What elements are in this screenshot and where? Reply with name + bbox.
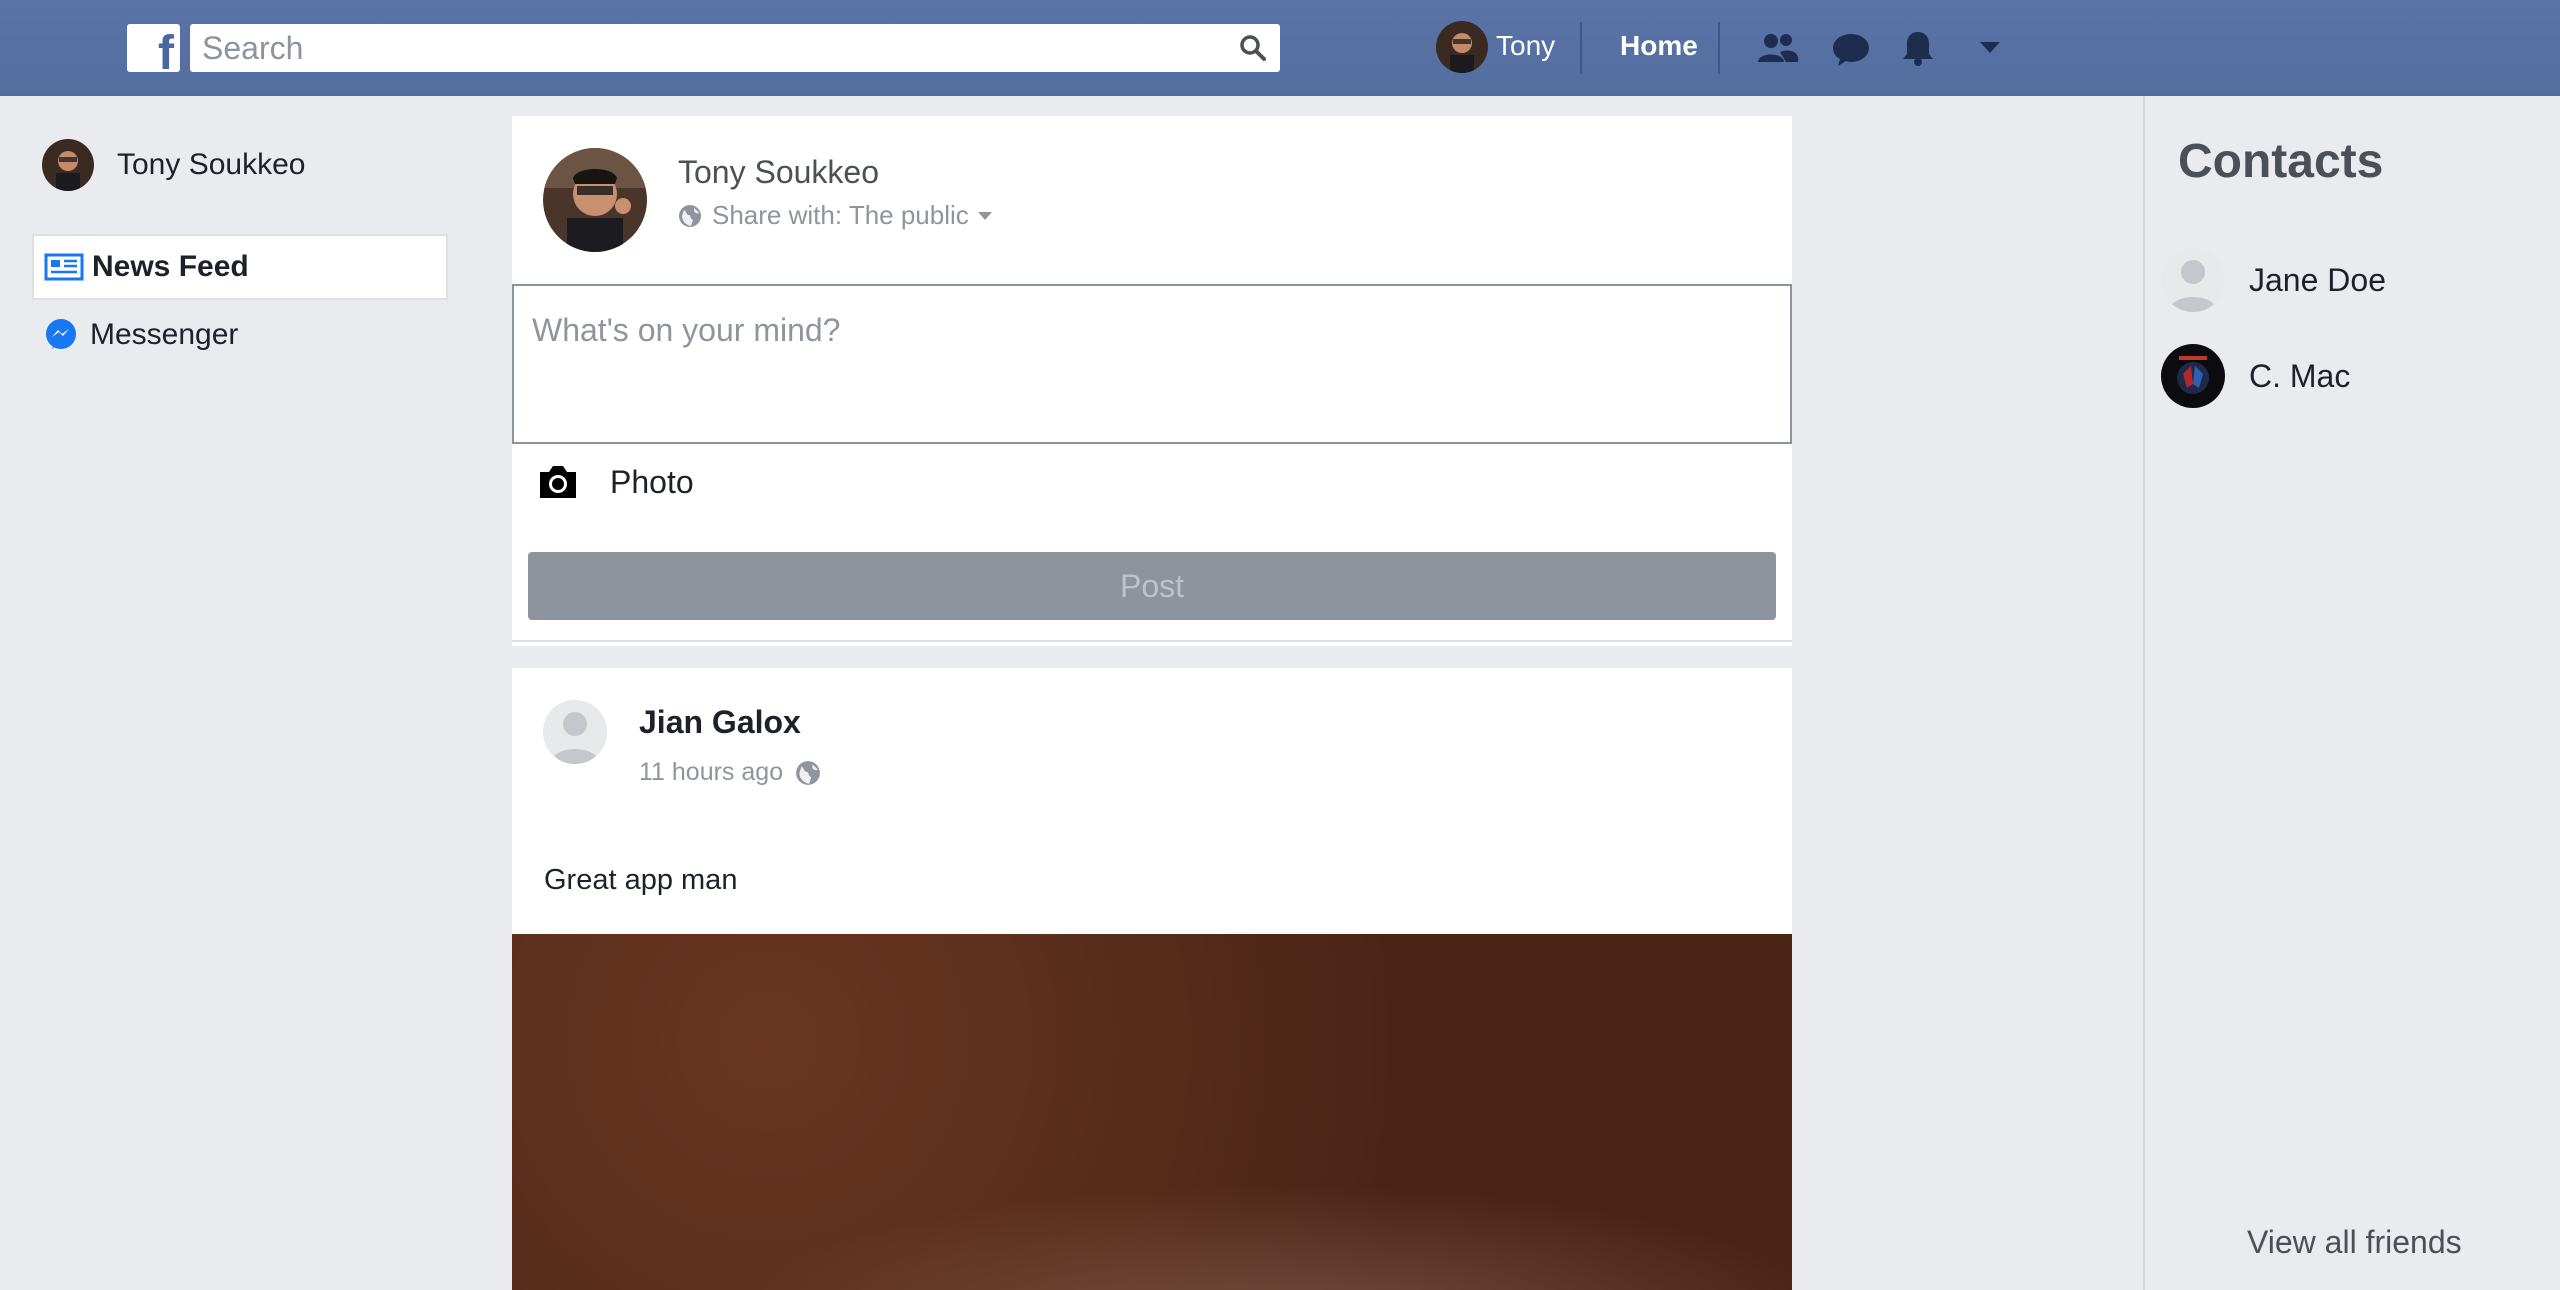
contact-avatar	[2161, 248, 2225, 312]
messages-icon[interactable]	[1829, 28, 1873, 68]
top-navigation-bar: f Tony Home	[0, 0, 2560, 96]
sidebar-profile-avatar[interactable]	[42, 139, 94, 191]
divider	[512, 640, 1792, 642]
post-time-label[interactable]: 11 hours ago	[639, 758, 783, 787]
nav-divider	[1718, 22, 1720, 74]
post-author-name[interactable]: Jian Galox	[639, 704, 801, 741]
search-icon[interactable]	[1238, 33, 1268, 63]
add-photo-label: Photo	[610, 463, 694, 500]
facebook-logo-letter: f	[158, 27, 174, 73]
post-photo[interactable]	[512, 934, 1792, 1290]
contact-avatar	[2161, 344, 2225, 408]
contact-item[interactable]: Jane Doe	[2161, 248, 2386, 312]
post-timestamp: 11 hours ago	[639, 758, 821, 787]
sidebar-item-label: News Feed	[92, 250, 249, 283]
post-body-text: Great app man	[544, 864, 738, 896]
sidebar-item-messenger[interactable]: Messenger	[32, 302, 448, 368]
globe-icon	[796, 760, 821, 785]
messenger-icon	[46, 319, 76, 349]
globe-icon	[679, 204, 701, 227]
nav-home-link[interactable]: Home	[1620, 30, 1698, 62]
share-audience-selector[interactable]: Share with: The public	[678, 200, 995, 231]
search-input[interactable]	[190, 24, 1280, 72]
view-all-friends-link[interactable]: View all friends	[2247, 1224, 2462, 1261]
share-audience-label: Share with: The public	[712, 200, 969, 230]
add-photo-button[interactable]: Photo	[536, 462, 694, 502]
status-input[interactable]	[514, 286, 1790, 442]
search-bar	[190, 24, 1280, 72]
chevron-down-icon	[977, 211, 992, 220]
contact-item[interactable]: C. Mac	[2161, 344, 2350, 408]
post-composer: Tony Soukkeo Share with: The public Phot…	[512, 116, 1792, 646]
composer-avatar	[543, 148, 647, 252]
facebook-logo[interactable]: f	[127, 24, 180, 72]
status-input-box	[512, 284, 1792, 444]
nav-divider	[1580, 22, 1582, 74]
contacts-sidebar: Contacts Jane Doe C. Mac View all friend…	[2143, 96, 2560, 1290]
account-menu-caret-icon[interactable]	[1968, 28, 2012, 68]
sidebar-profile-name[interactable]: Tony Soukkeo	[117, 148, 305, 182]
sidebar-item-label: Messenger	[90, 318, 239, 351]
post-author-avatar[interactable]	[543, 700, 607, 764]
sidebar-item-news-feed[interactable]: News Feed	[32, 234, 448, 300]
notifications-icon[interactable]	[1896, 28, 1940, 68]
contact-name: C. Mac	[2249, 357, 2351, 394]
nav-user-name[interactable]: Tony	[1496, 30, 1555, 62]
left-sidebar: Tony Soukkeo News Feed Messenger	[0, 96, 480, 1290]
post-button[interactable]: Post	[528, 552, 1776, 620]
camera-icon	[540, 466, 576, 498]
contacts-heading: Contacts	[2178, 135, 2384, 188]
contact-name: Jane Doe	[2249, 261, 2386, 298]
composer-author-name: Tony Soukkeo	[678, 154, 880, 190]
nav-user-avatar[interactable]	[1436, 21, 1488, 73]
news-feed-icon	[44, 253, 84, 281]
feed-post: Jian Galox 11 hours ago Great app man	[512, 668, 1792, 1290]
friends-icon[interactable]	[1756, 28, 1800, 68]
